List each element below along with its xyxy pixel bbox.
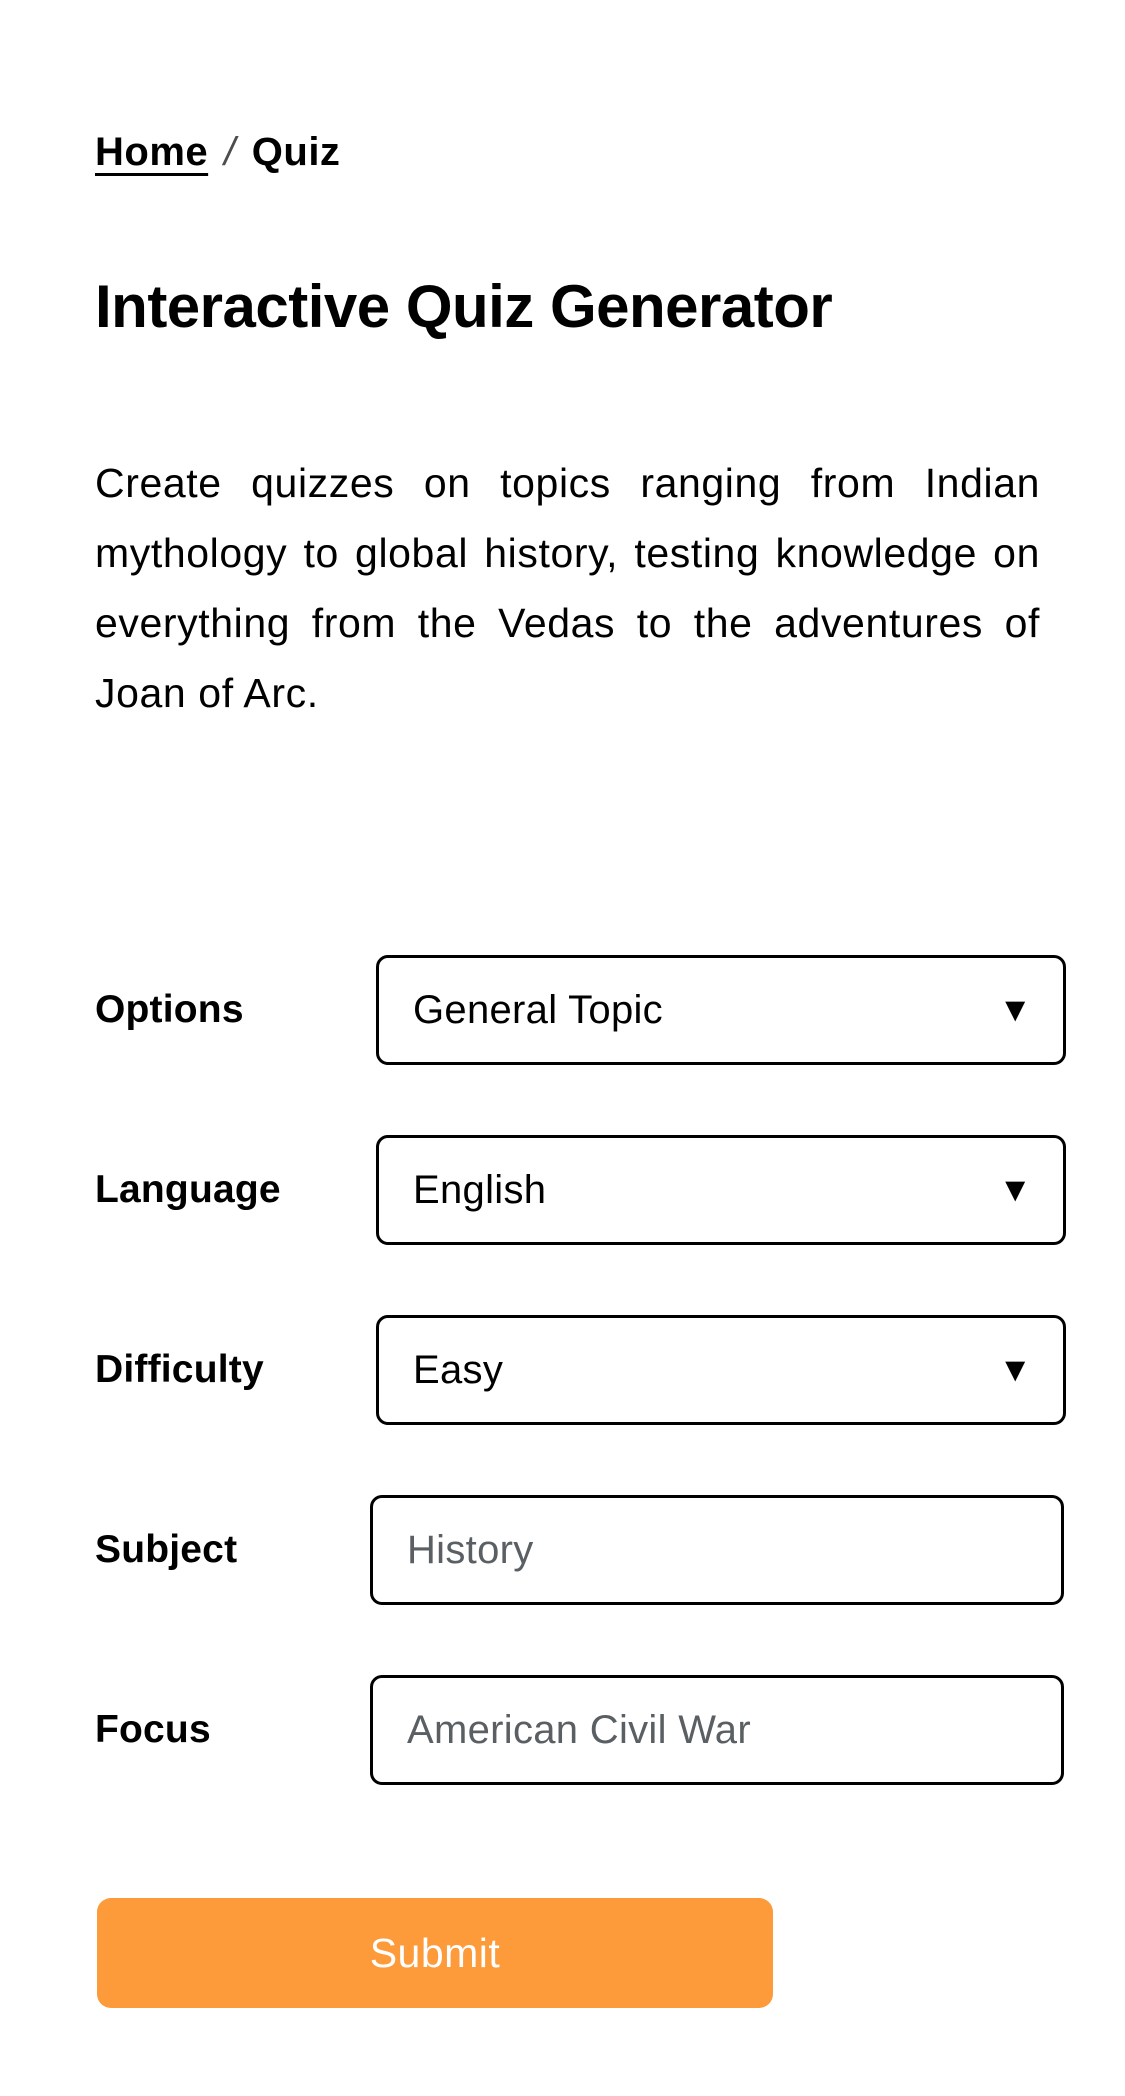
options-select[interactable]: General Topic ▼: [376, 955, 1066, 1065]
language-select-value: English: [413, 1167, 547, 1212]
breadcrumb-current-quiz: Quiz: [251, 130, 341, 174]
form-row-subject: Subject History: [0, 1460, 1125, 1640]
difficulty-select[interactable]: Easy ▼: [376, 1315, 1066, 1425]
breadcrumb-home-link[interactable]: Home: [95, 132, 208, 172]
label-subject: Subject: [95, 1528, 238, 1571]
subject-input[interactable]: History: [370, 1495, 1064, 1605]
label-focus: Focus: [95, 1708, 211, 1751]
difficulty-select-value: Easy: [413, 1347, 504, 1392]
breadcrumb-separator: /: [224, 130, 236, 174]
subject-input-placeholder: History: [407, 1527, 534, 1572]
breadcrumb: Home / Quiz: [95, 132, 340, 172]
focus-input[interactable]: American Civil War: [370, 1675, 1064, 1785]
form-row-options: Options General Topic ▼: [0, 920, 1125, 1100]
options-select-box[interactable]: General Topic: [376, 955, 1066, 1065]
form-row-language: Language English ▼: [0, 1100, 1125, 1280]
form-row-focus: Focus American Civil War: [0, 1640, 1125, 1820]
options-select-value: General Topic: [413, 987, 663, 1032]
quiz-options-form: Options General Topic ▼ Language English…: [0, 920, 1125, 1820]
quiz-generator-page: Home / Quiz Interactive Quiz Generator C…: [0, 0, 1125, 2096]
page-description: Create quizzes on topics ranging from In…: [95, 460, 1040, 716]
language-select-box[interactable]: English: [376, 1135, 1066, 1245]
label-language: Language: [95, 1168, 281, 1211]
label-difficulty: Difficulty: [95, 1348, 264, 1391]
difficulty-select-box[interactable]: Easy: [376, 1315, 1066, 1425]
subject-input-wrap[interactable]: History: [370, 1495, 1064, 1605]
page-title: Interactive Quiz Generator: [95, 273, 833, 340]
focus-input-wrap[interactable]: American Civil War: [370, 1675, 1064, 1785]
form-row-difficulty: Difficulty Easy ▼: [0, 1280, 1125, 1460]
focus-input-placeholder: American Civil War: [407, 1707, 751, 1752]
label-options: Options: [95, 988, 244, 1031]
submit-button[interactable]: Submit: [97, 1898, 773, 2008]
submit-area: Submit: [0, 1898, 1125, 2018]
language-select[interactable]: English ▼: [376, 1135, 1066, 1245]
